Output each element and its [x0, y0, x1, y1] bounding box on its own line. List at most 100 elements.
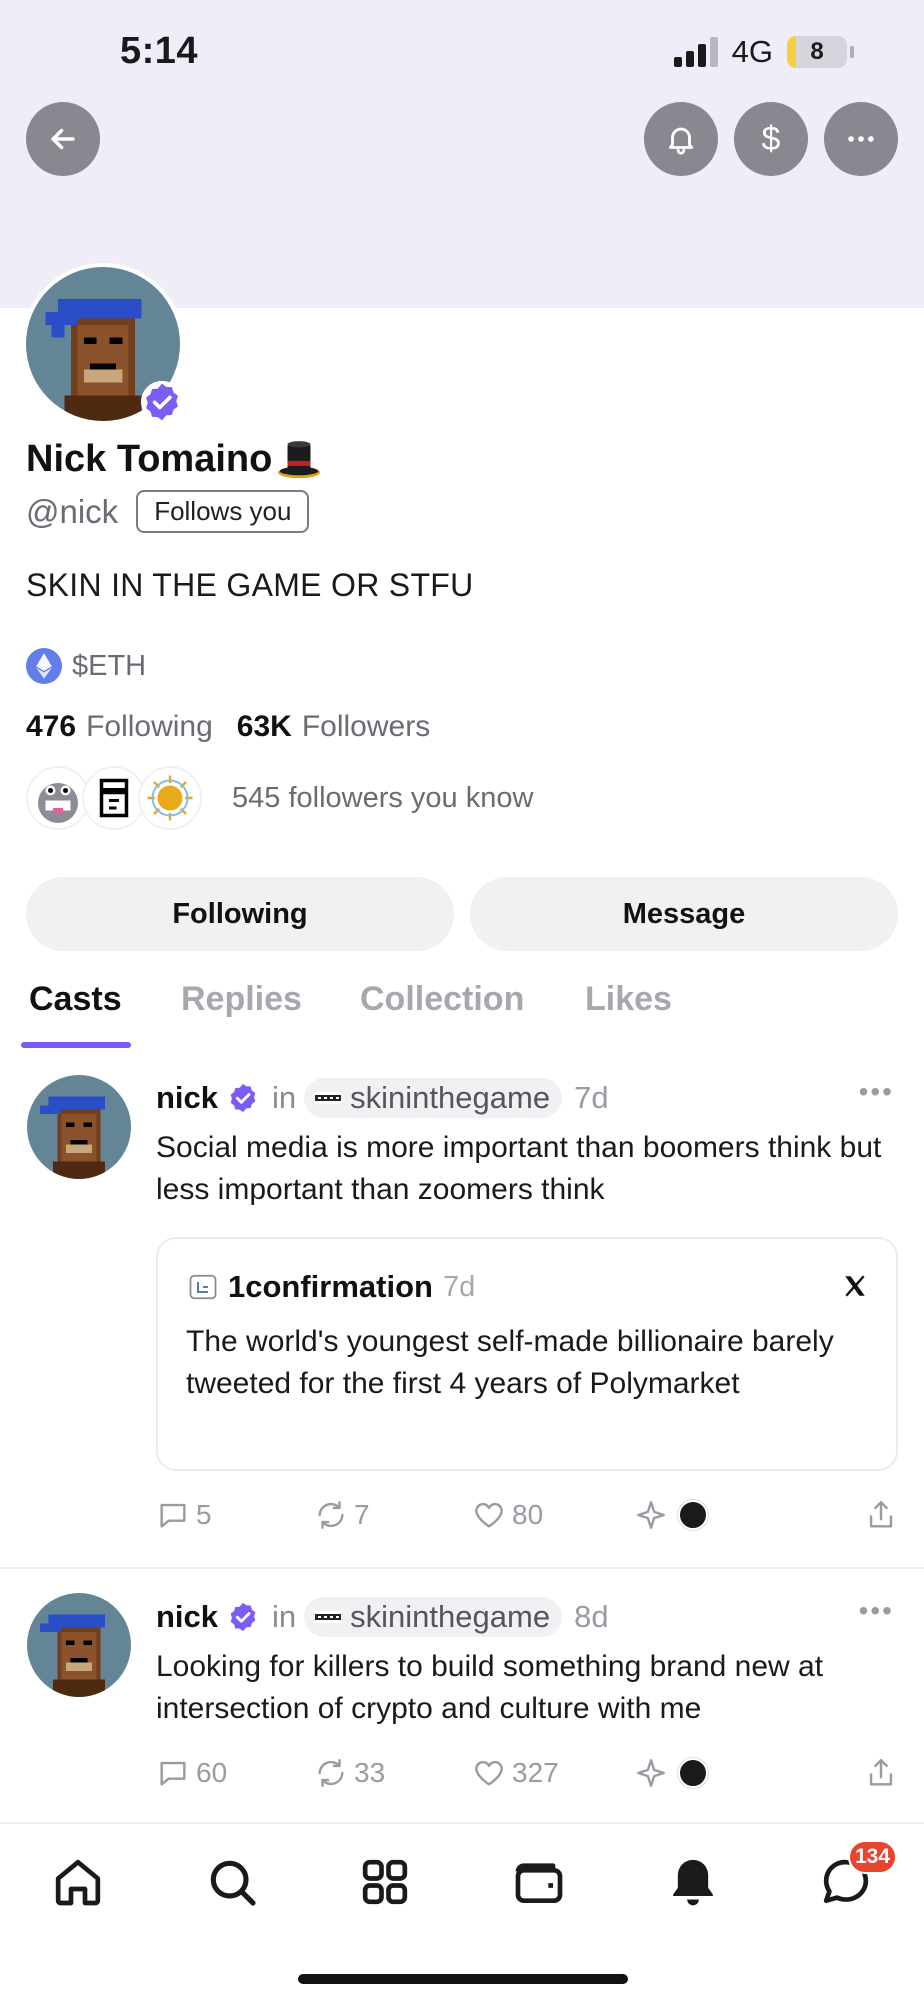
- follow-stats: 476 Following 63K Followers: [26, 710, 444, 744]
- nav-notifications[interactable]: [665, 1854, 721, 1910]
- more-options-button[interactable]: [824, 102, 898, 176]
- profile-bio: SKIN IN THE GAME OR STFU: [26, 567, 474, 603]
- tip-cast-button[interactable]: [634, 1498, 708, 1532]
- share-icon: [869, 1759, 893, 1786]
- channel-name: skininthegame: [350, 1080, 551, 1115]
- cast-in-label: in: [272, 1599, 297, 1634]
- embed-header: 1confirmation 7d: [188, 1269, 475, 1305]
- like-count: 80: [512, 1499, 544, 1530]
- embed-source: 1confirmation: [228, 1269, 433, 1304]
- following-label[interactable]: Following: [86, 710, 213, 744]
- bell-icon: [673, 1859, 713, 1906]
- heart-icon: [475, 1760, 503, 1786]
- channel-chip[interactable]: skininthegame: [304, 1597, 563, 1637]
- embed-text: The world's youngest self-made billionai…: [186, 1325, 834, 1400]
- recast-button[interactable]: 33: [314, 1756, 385, 1790]
- cast-text: Social media is more important than boom…: [156, 1131, 882, 1206]
- cast-text: Looking for killers to build something b…: [156, 1650, 824, 1725]
- embed-age: 7d: [442, 1270, 476, 1303]
- home-icon: [55, 1859, 101, 1906]
- recast-icon: [318, 1501, 344, 1529]
- battery-icon: 8: [787, 36, 847, 68]
- x-logo-icon: [845, 1275, 865, 1297]
- apps-grid-icon: [362, 1859, 408, 1905]
- known-followers-text: 545 followers you know: [232, 781, 534, 814]
- like-button[interactable]: 80: [472, 1498, 543, 1532]
- wallet-icon: [515, 1863, 563, 1903]
- top-hat-icon: [278, 441, 321, 479]
- followers-count[interactable]: 63K: [237, 710, 292, 744]
- battery-level: 8: [810, 38, 824, 65]
- cast-more-button[interactable]: •••: [859, 1076, 894, 1108]
- battery-fill: [787, 36, 796, 68]
- known-followers-row[interactable]: 545 followers you know: [26, 766, 533, 830]
- recast-button[interactable]: 7: [314, 1498, 370, 1532]
- cast-age: 7d: [574, 1080, 609, 1115]
- like-button[interactable]: 327: [472, 1756, 559, 1790]
- recast-count: 33: [354, 1757, 386, 1788]
- comment-icon: [160, 1503, 186, 1528]
- back-button[interactable]: [26, 102, 100, 176]
- tab-likes[interactable]: Likes: [585, 980, 672, 1019]
- messages-badge: 134: [848, 1840, 898, 1874]
- message-button[interactable]: Message: [470, 877, 898, 951]
- following-button[interactable]: Following: [26, 877, 454, 951]
- cast-actions: 5 7 80: [156, 1498, 898, 1542]
- battery-tip: [850, 46, 854, 58]
- tip-button[interactable]: $: [734, 102, 808, 176]
- cast-author[interactable]: nick: [156, 1080, 218, 1116]
- arrow-left-icon: [51, 128, 75, 150]
- cast-author-avatar[interactable]: [27, 1593, 131, 1697]
- channel-name: skininthegame: [350, 1599, 551, 1634]
- cast-divider: [0, 1567, 924, 1569]
- profile-tabs: Casts Replies Collection Likes: [0, 980, 924, 1050]
- handle-row: @nick Follows you: [26, 490, 310, 533]
- cast-more-button[interactable]: •••: [859, 1595, 894, 1627]
- embedded-cast-card[interactable]: 1confirmation 7d The world's youngest se…: [156, 1237, 898, 1471]
- comment-icon: [160, 1761, 186, 1786]
- active-tab-indicator: [21, 1042, 131, 1048]
- reply-button[interactable]: 5: [156, 1498, 212, 1532]
- link-preview-icon: [189, 1274, 217, 1300]
- cast-age: 8d: [574, 1599, 609, 1634]
- like-count: 327: [512, 1757, 559, 1788]
- search-icon: [210, 1860, 256, 1906]
- home-indicator: [298, 1974, 628, 1984]
- share-button[interactable]: [864, 1756, 898, 1790]
- dollar-icon: $: [761, 119, 781, 158]
- token-row[interactable]: $ETH: [26, 648, 146, 684]
- cast-actions: 60 33 327: [156, 1756, 898, 1800]
- known-follower-avatar: [26, 766, 90, 830]
- cast-in-label: in: [272, 1080, 297, 1115]
- sparkle-icon: [637, 1759, 665, 1787]
- cast-author[interactable]: nick: [156, 1599, 218, 1635]
- tab-collection[interactable]: Collection: [360, 980, 524, 1019]
- reply-count: 5: [196, 1499, 212, 1530]
- token-label: $ETH: [72, 649, 147, 682]
- channel-chip[interactable]: skininthegame: [304, 1078, 563, 1118]
- network-type: 4G: [731, 34, 773, 69]
- nav-wallet[interactable]: [511, 1854, 567, 1910]
- display-name: Nick Tomaino: [26, 437, 273, 480]
- known-follower-avatar: [82, 766, 146, 830]
- nav-apps[interactable]: [357, 1854, 413, 1910]
- share-icon: [869, 1501, 893, 1528]
- bell-icon: [668, 127, 694, 155]
- followers-label[interactable]: Followers: [302, 710, 430, 744]
- following-count[interactable]: 476: [26, 710, 76, 744]
- share-button[interactable]: [864, 1498, 898, 1532]
- nav-home[interactable]: [50, 1854, 106, 1910]
- ethereum-icon: [26, 648, 62, 684]
- profile-name-row: Nick Tomaino: [26, 436, 322, 482]
- tab-casts[interactable]: Casts: [29, 980, 122, 1019]
- status-time: 5:14: [120, 30, 199, 72]
- cast-author-avatar[interactable]: [27, 1075, 131, 1179]
- tab-replies[interactable]: Replies: [181, 980, 302, 1019]
- follows-you-badge: Follows you: [136, 490, 310, 533]
- cast-header: nick in skininthegame 7d: [156, 1078, 609, 1118]
- notify-button[interactable]: [644, 102, 718, 176]
- reply-button[interactable]: 60: [156, 1756, 227, 1790]
- cast-header: nick in skininthegame 8d: [156, 1597, 609, 1637]
- tip-cast-button[interactable]: [634, 1756, 708, 1790]
- nav-search[interactable]: [204, 1854, 260, 1910]
